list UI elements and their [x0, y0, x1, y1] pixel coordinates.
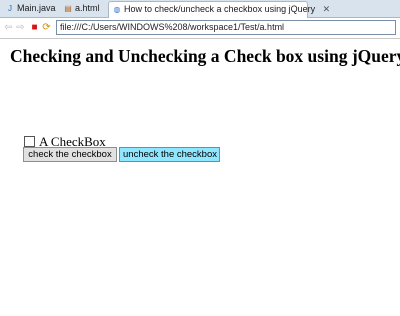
tab-main-java[interactable]: J Main.java	[2, 1, 60, 18]
html-file-icon: ▤	[64, 4, 72, 13]
back-icon[interactable]: ⇦	[3, 22, 14, 34]
tab-a-html[interactable]: ▤ a.html	[60, 1, 104, 18]
tab-label: How to check/uncheck a checkbox using jQ…	[124, 4, 316, 14]
check-button[interactable]: check the checkbox	[23, 147, 117, 162]
close-icon[interactable]: ✕	[323, 2, 331, 17]
tab-label: a.html	[75, 3, 100, 13]
stop-icon[interactable]: ■	[29, 22, 40, 34]
address-bar[interactable]: file:///C:/Users/WINDOWS%208/workspace1/…	[56, 20, 396, 35]
page-content	[0, 40, 400, 316]
java-file-icon: J	[8, 4, 12, 13]
browser-toolbar: ⇦ ⇨ ■ ⟳ file:///C:/Users/WINDOWS%208/wor…	[0, 18, 400, 39]
forward-icon[interactable]: ⇨	[15, 22, 26, 34]
uncheck-button[interactable]: uncheck the checkbox	[119, 147, 220, 162]
refresh-icon[interactable]: ⟳	[41, 22, 52, 34]
tab-label: Main.java	[17, 3, 56, 13]
page-heading: Checking and Unchecking a Check box usin…	[10, 46, 400, 66]
editor-tab-bar: J Main.java ▤ a.html ◍ How to check/unch…	[0, 0, 400, 18]
checkbox[interactable]	[24, 136, 35, 147]
web-browser-icon: ◍	[113, 5, 121, 14]
tab-browser-active[interactable]: ◍ How to check/uncheck a checkbox using …	[108, 1, 330, 18]
